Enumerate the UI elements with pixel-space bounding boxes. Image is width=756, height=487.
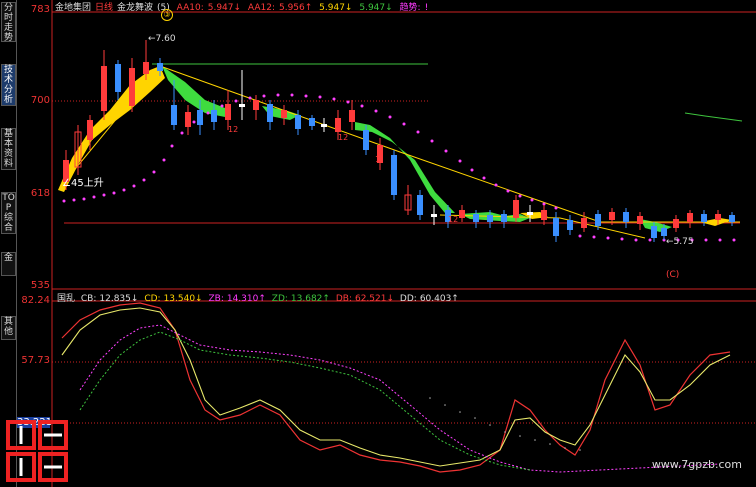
indicator-name[interactable]: 金龙舞波 (117, 3, 153, 13)
db-value: 62.521↓ (354, 294, 395, 304)
chart-canvas: 12 12 1 12 (51, 0, 756, 487)
value-4: 5.947↓ (359, 3, 393, 13)
dd-value: 60.403↑ (419, 294, 459, 304)
aa12-label: AA12: (247, 3, 275, 13)
svg-text:1: 1 (375, 155, 380, 164)
trend-label: 趋势: (399, 3, 421, 13)
cd-value: 13.540↓ (163, 294, 203, 304)
cb-value: 12.835↓ (99, 294, 139, 304)
high-price-label: ←7.60 (148, 34, 176, 44)
low-price-value: 5.75 (673, 237, 694, 247)
site-logo-icon (6, 420, 68, 482)
svg-text:12: 12 (338, 133, 348, 142)
aa10-label: AA10: (176, 3, 204, 13)
sub-indicator-name[interactable]: 国乱 (57, 294, 75, 304)
value-3: 5.947↓ (319, 3, 353, 13)
zd-label: ZD: (271, 294, 288, 304)
aa12-value: 5.956↑ (278, 3, 313, 13)
svg-text:12: 12 (448, 215, 458, 224)
c-mark: (C) (666, 270, 680, 280)
low-price-label: ←5.75 (666, 237, 694, 247)
trend-value: ! (424, 3, 429, 13)
stock-chart-window: 分时走势 技术分析 基本资料 TOP综合 金 其他 783 700 618 53… (0, 0, 756, 487)
high-price-value: 7.60 (155, 34, 176, 44)
marker-3: ③ (161, 9, 173, 21)
zb-label: ZB: (208, 294, 224, 304)
dd-label: DD: (399, 294, 417, 304)
aa10-value: 5.947↓ (207, 3, 242, 13)
svg-text:12: 12 (228, 125, 238, 134)
db-label: DB: (335, 294, 352, 304)
cd-label: CD: (144, 294, 161, 304)
period-label[interactable]: 日线 (95, 3, 113, 13)
sub-chart-header: 国乱 CB: 12.835↓ CD: 13.540↓ ZB: 14.310↑ ZD: 1… (57, 291, 462, 304)
zd-value: 13.682↑ (290, 294, 330, 304)
zb-value: 14.310↑ (226, 294, 266, 304)
main-chart-header: 金地集团 日线 金龙舞波 (5) AA10: 5.947↓ AA12: 5.956↑ 5.… (55, 0, 432, 13)
angle-label: ∠45上升 (62, 178, 104, 189)
cb-label: CB: (80, 294, 97, 304)
stock-name: 金地集团 (55, 3, 92, 13)
watermark-url: www.7gpzb.com (651, 458, 742, 471)
